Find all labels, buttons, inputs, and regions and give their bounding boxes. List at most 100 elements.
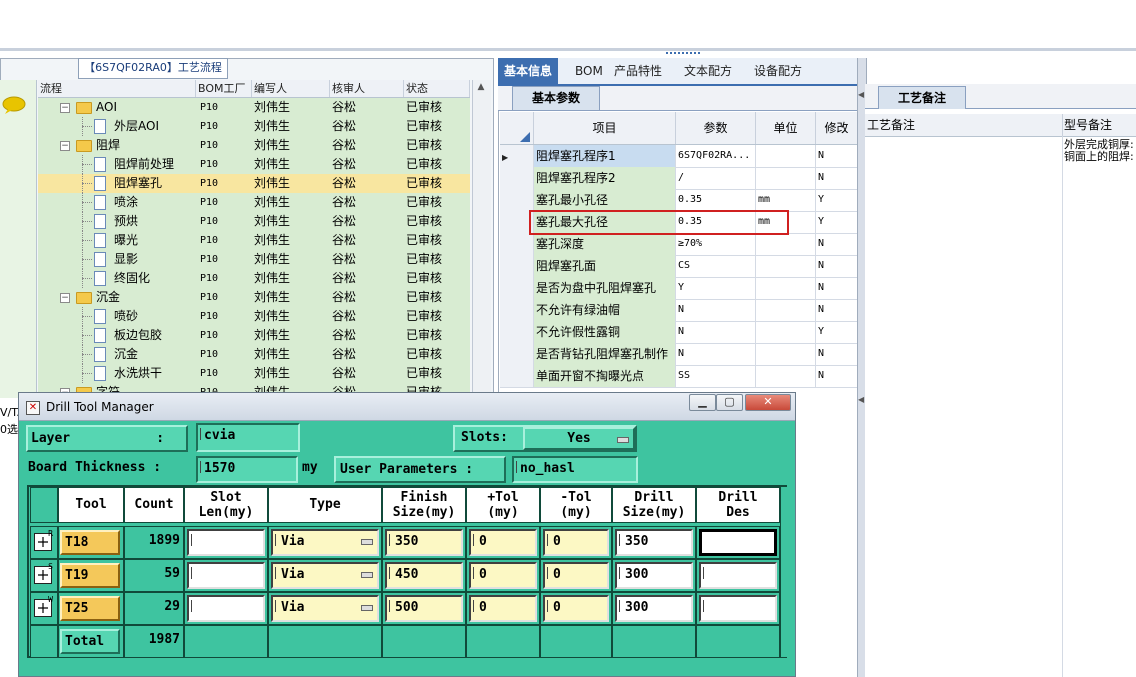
param-row[interactable]: 是否背钻孔阻焊塞孔制作 N N: [500, 343, 858, 366]
tab-basic-info[interactable]: 基本信息: [498, 58, 559, 84]
param-param[interactable]: N: [676, 343, 756, 365]
header-item[interactable]: 项目: [534, 112, 676, 144]
param-mod[interactable]: N: [816, 145, 858, 167]
tree-row[interactable]: 水洗烘干 P10 刘伟生 谷松 已审核: [38, 364, 470, 383]
tree-row[interactable]: 预烘 P10 刘伟生 谷松 已审核: [38, 212, 470, 231]
field-plus-tol[interactable]: 0: [469, 595, 537, 622]
param-mod[interactable]: N: [816, 299, 858, 321]
row-header[interactable]: [500, 189, 534, 211]
param-unit[interactable]: [756, 277, 816, 299]
row-header[interactable]: [500, 365, 534, 387]
param-mod[interactable]: Y: [816, 321, 858, 343]
param-mod[interactable]: N: [816, 233, 858, 255]
param-row[interactable]: 阻焊塞孔程序2/ N: [500, 167, 858, 190]
field-slot-len[interactable]: [187, 595, 265, 622]
param-mod[interactable]: Y: [816, 189, 858, 211]
param-unit[interactable]: [756, 255, 816, 277]
param-row[interactable]: 是否为盘中孔阻焊塞孔 Y N: [500, 277, 858, 300]
field-type[interactable]: Via: [271, 529, 379, 556]
param-mod[interactable]: N: [816, 365, 858, 387]
param-row[interactable]: 塞孔深度 ≥70% N: [500, 233, 858, 256]
field-drill-size[interactable]: 300: [615, 562, 693, 589]
param-row[interactable]: 不允许假性露铜 N Y: [500, 321, 858, 344]
tab-process-notes[interactable]: 工艺备注: [878, 86, 966, 109]
field-finish[interactable]: 450: [385, 562, 463, 589]
user-params-field[interactable]: no_hasl: [512, 456, 638, 483]
header-reviewer[interactable]: 核审人: [330, 80, 404, 97]
param-row[interactable]: 单面开窗不掏曝光点 SS N: [500, 365, 858, 388]
tree-row[interactable]: 曝光 P10 刘伟生 谷松 已审核: [38, 231, 470, 250]
grid-header-1[interactable]: Count: [124, 487, 184, 523]
grid-header-4[interactable]: Finish Size(my): [382, 487, 466, 523]
tree-row[interactable]: 外层AOI P10 刘伟生 谷松 已审核: [38, 117, 470, 136]
grid-header-7[interactable]: Drill Size(my): [612, 487, 696, 523]
row-header[interactable]: [500, 277, 534, 299]
param-mod[interactable]: N: [816, 255, 858, 277]
param-param[interactable]: N: [676, 299, 756, 321]
param-param[interactable]: /: [676, 167, 756, 189]
header-author[interactable]: 编写人: [252, 80, 330, 97]
thickness-field[interactable]: 1570: [196, 456, 298, 483]
row-expand-icon[interactable]: R: [34, 529, 53, 551]
param-unit[interactable]: [756, 365, 816, 387]
field-drill-des[interactable]: [699, 595, 777, 622]
field-plus-tol[interactable]: 0: [469, 529, 537, 556]
scroll-up-icon[interactable]: ▲: [472, 82, 490, 96]
param-unit[interactable]: [756, 343, 816, 365]
grid-header-6[interactable]: -Tol (my): [540, 487, 612, 523]
row-header[interactable]: [500, 343, 534, 365]
tab-bom[interactable]: BOM: [575, 58, 603, 84]
field-slot-len[interactable]: [187, 562, 265, 589]
tab-text-recipe[interactable]: 文本配方: [684, 58, 732, 84]
param-mod[interactable]: N: [816, 277, 858, 299]
field-drill-des[interactable]: [699, 529, 777, 556]
chat-bubble-icon[interactable]: [2, 96, 26, 114]
param-row[interactable]: ▶ 阻焊塞孔程序1 6S7QF02RA... N: [500, 145, 858, 168]
field-drill-des[interactable]: [699, 562, 777, 589]
row-header[interactable]: [500, 321, 534, 343]
param-mod[interactable]: N: [816, 167, 858, 189]
param-mod[interactable]: N: [816, 343, 858, 365]
tree-row[interactable]: 阻焊塞孔 P10 刘伟生 谷松 已审核: [38, 174, 470, 193]
tree-row[interactable]: − 阻焊 P10 刘伟生 谷松 已审核: [38, 136, 470, 155]
row-header[interactable]: [500, 233, 534, 255]
field-minus-tol[interactable]: 0: [543, 562, 609, 589]
param-param[interactable]: 0.35: [676, 189, 756, 211]
tree-row[interactable]: 喷砂 P10 刘伟生 谷松 已审核: [38, 307, 470, 326]
splitter-arrow-icon[interactable]: ◀: [858, 90, 864, 99]
param-unit[interactable]: [756, 299, 816, 321]
param-param[interactable]: CS: [676, 255, 756, 277]
grid-header-0[interactable]: Tool: [58, 487, 124, 523]
tree-row[interactable]: 终固化 P10 刘伟生 谷松 已审核: [38, 269, 470, 288]
row-header[interactable]: [500, 167, 534, 189]
param-row[interactable]: 阻焊塞孔面 CS N: [500, 255, 858, 278]
field-type[interactable]: Via: [271, 562, 379, 589]
tool-button[interactable]: T19: [60, 563, 120, 588]
slots-dropdown[interactable]: Yes: [523, 427, 635, 450]
collapse-icon[interactable]: −: [60, 141, 70, 151]
tool-button[interactable]: T25: [60, 596, 120, 621]
param-param[interactable]: Y: [676, 277, 756, 299]
param-param[interactable]: ≥70%: [676, 233, 756, 255]
field-plus-tol[interactable]: 0: [469, 562, 537, 589]
grid-header-5[interactable]: +Tol (my): [466, 487, 540, 523]
grid-header-8[interactable]: Drill Des: [696, 487, 780, 523]
tree-row[interactable]: 显影 P10 刘伟生 谷松 已审核: [38, 250, 470, 269]
minimize-button[interactable]: ▁: [689, 394, 716, 411]
row-header[interactable]: ▶: [500, 145, 534, 167]
drag-grip-icon[interactable]: [666, 52, 700, 58]
field-finish[interactable]: 350: [385, 529, 463, 556]
param-unit[interactable]: [756, 167, 816, 189]
param-param[interactable]: 6S7QF02RA...: [676, 145, 756, 167]
tab-equipment-recipe[interactable]: 设备配方: [754, 58, 802, 84]
close-button[interactable]: ✕: [745, 394, 791, 411]
row-header[interactable]: [500, 299, 534, 321]
param-param[interactable]: SS: [676, 365, 756, 387]
param-unit[interactable]: [756, 145, 816, 167]
maximize-button[interactable]: ▢: [716, 394, 743, 411]
row-expand-icon[interactable]: W: [34, 595, 53, 617]
tree-row[interactable]: 板边包胶 P10 刘伟生 谷松 已审核: [38, 326, 470, 345]
param-row[interactable]: 塞孔最小孔径 0.35 mm Y: [500, 189, 858, 212]
header-bom-plant[interactable]: BOM工厂: [196, 80, 252, 97]
param-unit[interactable]: mm: [756, 189, 816, 211]
